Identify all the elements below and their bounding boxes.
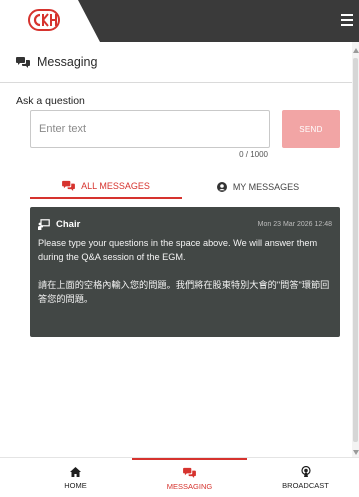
scroll-up-arrow-icon[interactable] [352, 46, 359, 54]
nav-messaging[interactable]: MESSAGING [132, 458, 247, 497]
ask-question-label: Ask a question [16, 95, 85, 107]
nav-home-label: HOME [64, 480, 87, 490]
broadcast-icon [300, 466, 311, 477]
tab-all-messages[interactable]: ALL MESSAGES [30, 174, 182, 199]
tab-label: ALL MESSAGES [81, 180, 150, 191]
chat-bubbles-icon [62, 180, 76, 191]
page-header: Messaging [0, 42, 352, 83]
message-body: Please type your questions in the space … [38, 236, 332, 306]
nav-broadcast-label: BROADCAST [282, 481, 329, 490]
nav-messaging-label: MESSAGING [166, 482, 213, 491]
message-sender: Chair [56, 218, 81, 230]
tab-label: MY MESSAGES [232, 181, 300, 192]
tab-my-messages[interactable]: MY MESSAGES [182, 174, 334, 199]
hamburger-menu-icon[interactable] [341, 14, 353, 26]
chat-bubbles-icon [183, 467, 196, 478]
nav-broadcast[interactable]: BROADCAST [248, 458, 359, 497]
nav-home[interactable]: HOME [18, 458, 133, 497]
message-card: Chair Mon 23 Mar 2026 12:48 Please type … [30, 207, 340, 337]
page-title: Messaging [37, 55, 98, 69]
char-counter: 0 / 1000 [239, 150, 268, 159]
bottom-navigation: HOME MESSAGING BROADCAST [0, 457, 359, 497]
message-timestamp: Mon 23 Mar 2026 12:48 [257, 220, 332, 228]
presenter-icon [38, 218, 50, 230]
message-text-chinese: 請在上面的空格內輸入您的問題。我們將在股東特別大會的"問答"環節回答您的問題。 [38, 280, 330, 304]
user-circle-icon [216, 181, 227, 192]
chat-bubbles-icon [16, 57, 30, 68]
scrollbar-thumb[interactable] [353, 58, 358, 442]
scroll-down-arrow-icon[interactable] [352, 448, 359, 456]
message-header: Chair Mon 23 Mar 2026 12:48 [38, 217, 332, 231]
send-button[interactable]: SEND [282, 110, 340, 148]
question-input[interactable] [30, 110, 270, 148]
top-header [0, 0, 359, 42]
home-icon [70, 466, 81, 477]
message-text-english: Please type your questions in the space … [38, 238, 318, 262]
ckh-logo[interactable] [28, 9, 60, 31]
